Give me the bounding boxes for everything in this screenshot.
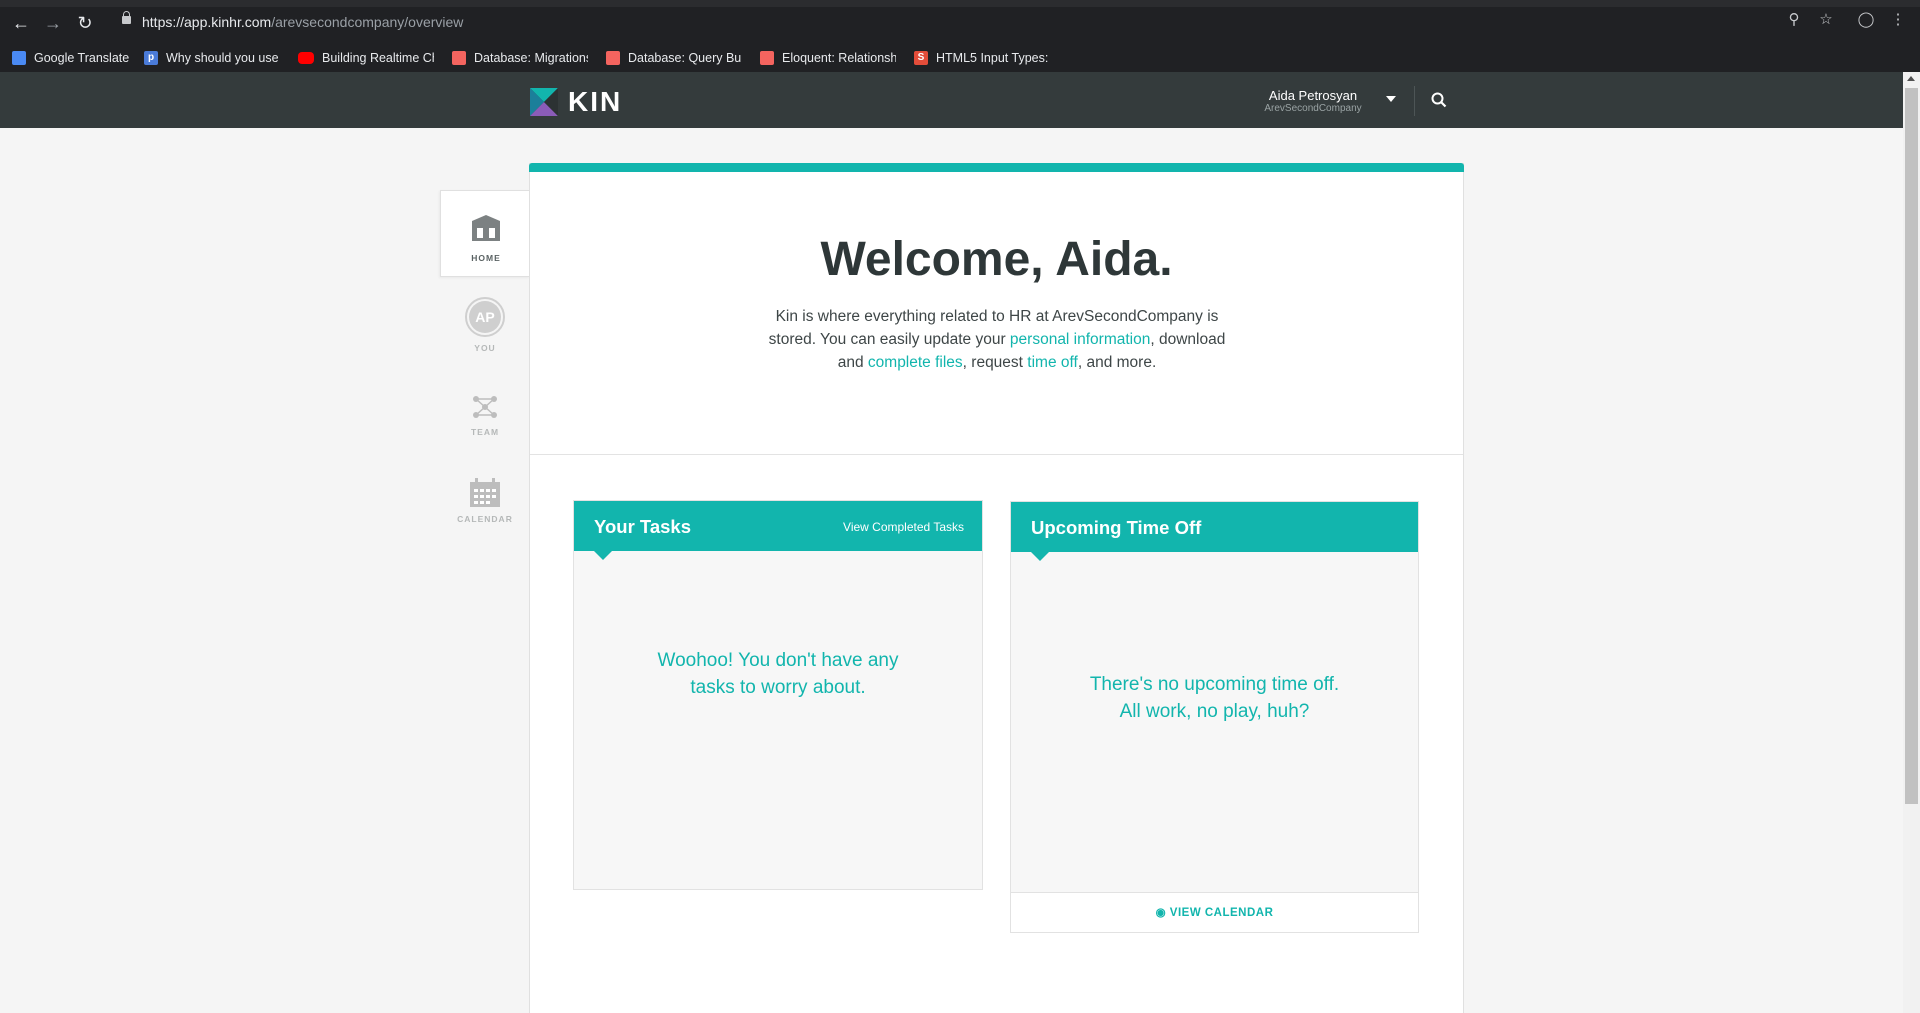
- s-icon: S: [914, 51, 928, 65]
- panel-notch: [594, 551, 612, 560]
- menu-icon[interactable]: ⋮: [1888, 10, 1908, 28]
- search-icon[interactable]: [1430, 91, 1448, 109]
- user-name: Aida Petrosyan: [1268, 88, 1358, 103]
- url-text[interactable]: https://app.kinhr.com/arevsecondcompany/…: [142, 14, 463, 30]
- eye-icon: ◉: [1155, 907, 1170, 919]
- bookmarks-bar: Google Translate p Why should you use Bui…: [0, 44, 1920, 72]
- calendar-icon: [470, 478, 500, 507]
- star-icon[interactable]: ☆: [1816, 10, 1836, 28]
- tab-strip: [0, 0, 1920, 7]
- complete-files-link[interactable]: complete files: [868, 354, 963, 371]
- sidebar-item-you[interactable]: AP YOU: [440, 297, 530, 353]
- timeoff-title: Upcoming Time Off: [1031, 517, 1202, 538]
- divider: [530, 454, 1463, 455]
- view-completed-tasks-link[interactable]: View Completed Tasks: [843, 520, 964, 534]
- timeoff-panel: Upcoming Time Off There's no upcoming ti…: [1010, 501, 1419, 933]
- back-icon[interactable]: ←: [10, 12, 32, 34]
- p-icon: p: [144, 51, 158, 65]
- scroll-up-icon[interactable]: [1907, 76, 1915, 81]
- sidebar-item-label: TEAM: [470, 427, 500, 437]
- header-divider: [1414, 86, 1415, 116]
- company-name: ArevSecondCompany: [1264, 103, 1362, 114]
- bookmark-item[interactable]: p Why should you use: [144, 48, 278, 68]
- address-bar[interactable]: https://app.kinhr.com/arevsecondcompany/…: [110, 10, 1830, 36]
- forward-icon[interactable]: →: [42, 12, 64, 34]
- timeoff-panel-header: Upcoming Time Off: [1011, 502, 1418, 552]
- timeoff-empty-message: There's no upcoming time off. All work, …: [1089, 674, 1340, 722]
- view-calendar-button[interactable]: ◉ VIEW CALENDAR: [1011, 892, 1418, 932]
- laravel-icon: [452, 51, 466, 65]
- personal-information-link[interactable]: personal information: [1010, 331, 1150, 348]
- time-off-link[interactable]: time off: [1027, 354, 1078, 371]
- bookmark-item[interactable]: Building Realtime Ch: [298, 48, 434, 68]
- sidebar-item-team[interactable]: TEAM: [440, 393, 530, 437]
- kin-logo[interactable]: KIN: [530, 86, 622, 118]
- card-accent-bar: [529, 163, 1464, 172]
- avatar: AP: [465, 297, 505, 337]
- brand-name: KIN: [568, 86, 623, 117]
- tasks-empty-message: Woohoo! You don't have any tasks to worr…: [657, 650, 899, 698]
- zoom-icon[interactable]: ⚲: [1784, 10, 1804, 28]
- tasks-panel-header: Your Tasks View Completed Tasks: [574, 501, 982, 551]
- lock-icon: [122, 11, 131, 24]
- bookmark-item[interactable]: S HTML5 Input Types: V: [914, 48, 1050, 68]
- app-header: KIN: [0, 72, 1903, 128]
- reload-icon[interactable]: ↻: [74, 12, 96, 34]
- youtube-icon: [298, 52, 314, 64]
- google-translate-icon: [12, 51, 26, 65]
- bookmark-item[interactable]: Database: Query Buil: [606, 48, 742, 68]
- laravel-icon: [606, 51, 620, 65]
- page-title: Welcome, Aida.: [820, 233, 1173, 286]
- chevron-down-icon[interactable]: [1386, 96, 1396, 102]
- sidebar-item-calendar[interactable]: CALENDAR: [440, 478, 530, 524]
- home-icon: [472, 215, 500, 241]
- bookmark-item[interactable]: Google Translate: [12, 48, 130, 68]
- kin-logo-icon: [530, 88, 558, 116]
- incognito-icon[interactable]: ◯: [1856, 10, 1876, 28]
- tasks-panel: Your Tasks View Completed Tasks Woohoo! …: [573, 500, 983, 890]
- laravel-icon: [760, 51, 774, 65]
- sidebar-item-label: YOU: [474, 343, 496, 353]
- sidebar-item-home[interactable]: HOME: [440, 190, 530, 277]
- intro-text: Kin is where everything related to HR at…: [768, 308, 1226, 371]
- sidebar-item-label: HOME: [471, 253, 501, 263]
- scrollbar-thumb[interactable]: [1905, 88, 1918, 804]
- user-menu[interactable]: Aida Petrosyan ArevSecondCompany: [1238, 88, 1388, 114]
- sidebar-item-label: CALENDAR: [457, 514, 513, 524]
- tasks-title: Your Tasks: [594, 516, 691, 537]
- bookmark-item[interactable]: Eloquent: Relationshi: [760, 48, 896, 68]
- bookmark-item[interactable]: Database: Migrations: [452, 48, 588, 68]
- browser-toolbar: ← → ↻ https://app.kinhr.com/arevsecondco…: [0, 0, 1920, 72]
- panel-notch: [1031, 552, 1049, 561]
- team-icon: [473, 396, 497, 418]
